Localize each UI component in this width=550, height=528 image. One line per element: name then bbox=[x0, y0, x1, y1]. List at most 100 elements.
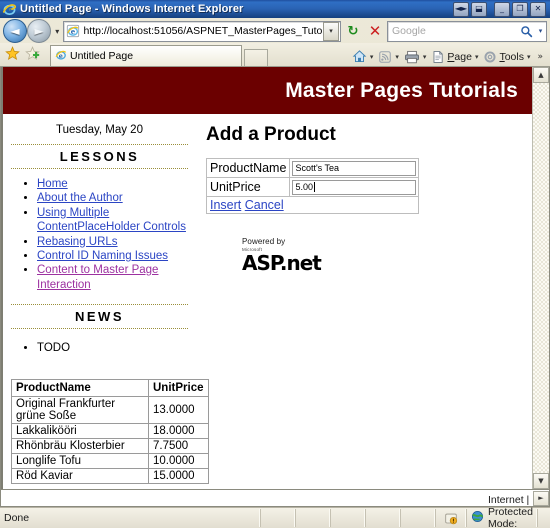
back-button[interactable]: ◄ bbox=[3, 19, 27, 43]
aspnet-wordmark: ASP.net bbox=[242, 253, 338, 273]
new-tab-button[interactable] bbox=[244, 49, 268, 66]
list-item: TODO bbox=[37, 341, 196, 355]
grid-cell-name: Longlife Tofu bbox=[11, 453, 149, 470]
list-item: Rebasing URLs bbox=[37, 235, 196, 249]
grid-cell-name: Original Frankfurter grüne Soße bbox=[11, 396, 149, 425]
unitprice-input[interactable]: 5.00 bbox=[292, 179, 417, 195]
cancel-link[interactable]: Cancel bbox=[245, 198, 284, 212]
tab-bar: e Untitled Page ▾ ▾ ▾ Page ▾ Tools ▾ » bbox=[0, 43, 550, 67]
form-row-commands: Insert Cancel bbox=[205, 196, 420, 214]
aspnet-logo: Powered by Microsoft ASP.net bbox=[242, 238, 338, 273]
scroll-down-button[interactable]: ▼ bbox=[533, 473, 549, 489]
zoom-control[interactable]: 100% ▾ bbox=[538, 509, 550, 527]
lesson-link-multiple-contentplaceholder[interactable]: Using Multiple ContentPlaceHolder Contro… bbox=[37, 207, 186, 233]
lesson-link-rebasing-urls[interactable]: Rebasing URLs bbox=[37, 236, 118, 248]
status-segment bbox=[366, 509, 401, 527]
forward-arrow-icon: ► bbox=[34, 24, 44, 38]
print-button[interactable] bbox=[403, 50, 421, 64]
globe-icon bbox=[471, 510, 484, 526]
address-bar[interactable]: e http://localhost:51056/ASPNET_MasterPa… bbox=[63, 20, 341, 42]
search-icon[interactable] bbox=[517, 25, 535, 38]
productname-input[interactable]: Scott's Tea bbox=[292, 160, 417, 176]
lesson-link-home[interactable]: Home bbox=[37, 178, 68, 190]
site-title: Master Pages Tutorials bbox=[285, 78, 518, 102]
grid-cell-name: Röd Kaviar bbox=[11, 468, 149, 485]
list-item: Using Multiple ContentPlaceHolder Contro… bbox=[37, 206, 196, 235]
security-zone-label: Internet | Protected Mode: Off bbox=[488, 494, 533, 528]
lesson-link-about-author[interactable]: About the Author bbox=[37, 192, 123, 204]
feeds-button[interactable] bbox=[377, 50, 393, 64]
scroll-right-button[interactable]: ► bbox=[533, 490, 549, 506]
status-segment bbox=[401, 509, 436, 527]
vertical-scrollbar[interactable]: ▲ ▼ bbox=[532, 67, 549, 489]
refresh-button[interactable]: ↻ bbox=[343, 21, 363, 41]
scrollbar-track[interactable] bbox=[533, 83, 549, 473]
form-row-productname: ProductName Scott's Tea bbox=[205, 158, 420, 178]
productname-label: ProductName bbox=[205, 158, 291, 178]
status-segment bbox=[331, 509, 366, 527]
gear-icon bbox=[484, 50, 496, 63]
toolbar-overflow-icon[interactable]: » bbox=[534, 52, 546, 62]
grid-cell-price: 18.0000 bbox=[148, 423, 209, 440]
lesson-link-control-id-naming[interactable]: Control ID Naming Issues bbox=[37, 250, 168, 262]
page-favicon-icon: e bbox=[66, 24, 80, 38]
search-input[interactable]: Google bbox=[388, 25, 517, 37]
status-bar: Done Internet | Protected Mode: Off bbox=[0, 494, 550, 528]
table-row: Longlife Tofu 10.0000 bbox=[11, 453, 209, 470]
tools-menu-label: Tools bbox=[499, 50, 524, 63]
dock-button[interactable]: ⬓ bbox=[471, 1, 487, 17]
scroll-up-button[interactable]: ▲ bbox=[533, 67, 549, 83]
add-to-favorites-icon[interactable] bbox=[22, 43, 42, 66]
search-dropdown-icon[interactable]: ▾ bbox=[535, 27, 546, 35]
insert-link[interactable]: Insert bbox=[210, 198, 241, 212]
security-zone[interactable]: Internet | Protected Mode: Off bbox=[467, 494, 538, 528]
favorites-center-icon[interactable] bbox=[2, 43, 22, 66]
minimize-button[interactable]: _ bbox=[494, 1, 510, 17]
table-row: Lakkalikööri 18.0000 bbox=[11, 423, 209, 440]
tools-dropdown-icon[interactable]: ▾ bbox=[526, 53, 534, 61]
news-heading: NEWS bbox=[11, 304, 188, 329]
page-menu-button[interactable]: Page bbox=[430, 50, 473, 64]
feeds-dropdown-icon[interactable]: ▾ bbox=[394, 53, 402, 61]
security-warning-icon[interactable] bbox=[436, 509, 467, 527]
restore-small-button[interactable]: ◄► bbox=[453, 1, 469, 17]
insert-product-form: ProductName Scott's Tea UnitPrice 5.00 I… bbox=[205, 158, 420, 214]
svg-text:e: e bbox=[7, 5, 12, 14]
home-dropdown-icon[interactable]: ▾ bbox=[369, 53, 377, 61]
page-viewport: Master Pages Tutorials Tuesday, May 20 L… bbox=[0, 67, 550, 490]
net-text: net bbox=[286, 250, 321, 275]
window-title: Untitled Page - Windows Internet Explore… bbox=[20, 3, 244, 15]
status-text: Done bbox=[0, 509, 261, 527]
asp-text: ASP bbox=[242, 250, 281, 275]
search-box[interactable]: Google ▾ bbox=[387, 20, 547, 42]
address-url-text[interactable]: http://localhost:51056/ASPNET_MasterPage… bbox=[83, 25, 323, 37]
page-dropdown-icon[interactable]: ▾ bbox=[474, 53, 482, 61]
tools-menu-button[interactable]: Tools bbox=[482, 50, 525, 64]
forward-button[interactable]: ► bbox=[27, 19, 51, 43]
printer-icon bbox=[404, 50, 419, 63]
history-dropdown-icon[interactable]: ▾ bbox=[53, 27, 61, 36]
page-menu-label: Page bbox=[447, 50, 472, 63]
form-command-cell: Insert Cancel bbox=[205, 196, 420, 214]
maximize-button[interactable]: ❐ bbox=[512, 1, 528, 17]
browser-window: e Untitled Page - Windows Internet Explo… bbox=[0, 0, 550, 528]
unitprice-label: UnitPrice bbox=[205, 177, 291, 197]
home-button[interactable] bbox=[351, 49, 368, 64]
grid-header-unitprice: UnitPrice bbox=[148, 379, 209, 398]
list-item: Home bbox=[37, 177, 196, 191]
print-dropdown-icon[interactable]: ▾ bbox=[422, 53, 430, 61]
address-dropdown-icon[interactable]: ▾ bbox=[323, 21, 339, 41]
close-button[interactable]: ✕ bbox=[530, 1, 546, 17]
text-caret bbox=[313, 182, 315, 192]
list-item: Control ID Naming Issues bbox=[37, 249, 196, 263]
table-row: Röd Kaviar 15.0000 bbox=[11, 468, 209, 485]
stop-button[interactable]: ✕ bbox=[365, 21, 385, 41]
rss-feed-icon bbox=[379, 50, 392, 63]
window-controls: ◄► ⬓ _ ❐ ✕ bbox=[453, 1, 548, 17]
web-page-content: Master Pages Tutorials Tuesday, May 20 L… bbox=[1, 67, 532, 489]
horizontal-scrollbar[interactable]: ► bbox=[0, 490, 550, 507]
site-header-banner: Master Pages Tutorials bbox=[3, 67, 532, 114]
browser-tab[interactable]: e Untitled Page bbox=[50, 45, 242, 66]
page-title: Add a Product bbox=[206, 124, 336, 145]
lesson-link-content-master-interaction[interactable]: Content to Master Page Interaction bbox=[37, 264, 158, 290]
